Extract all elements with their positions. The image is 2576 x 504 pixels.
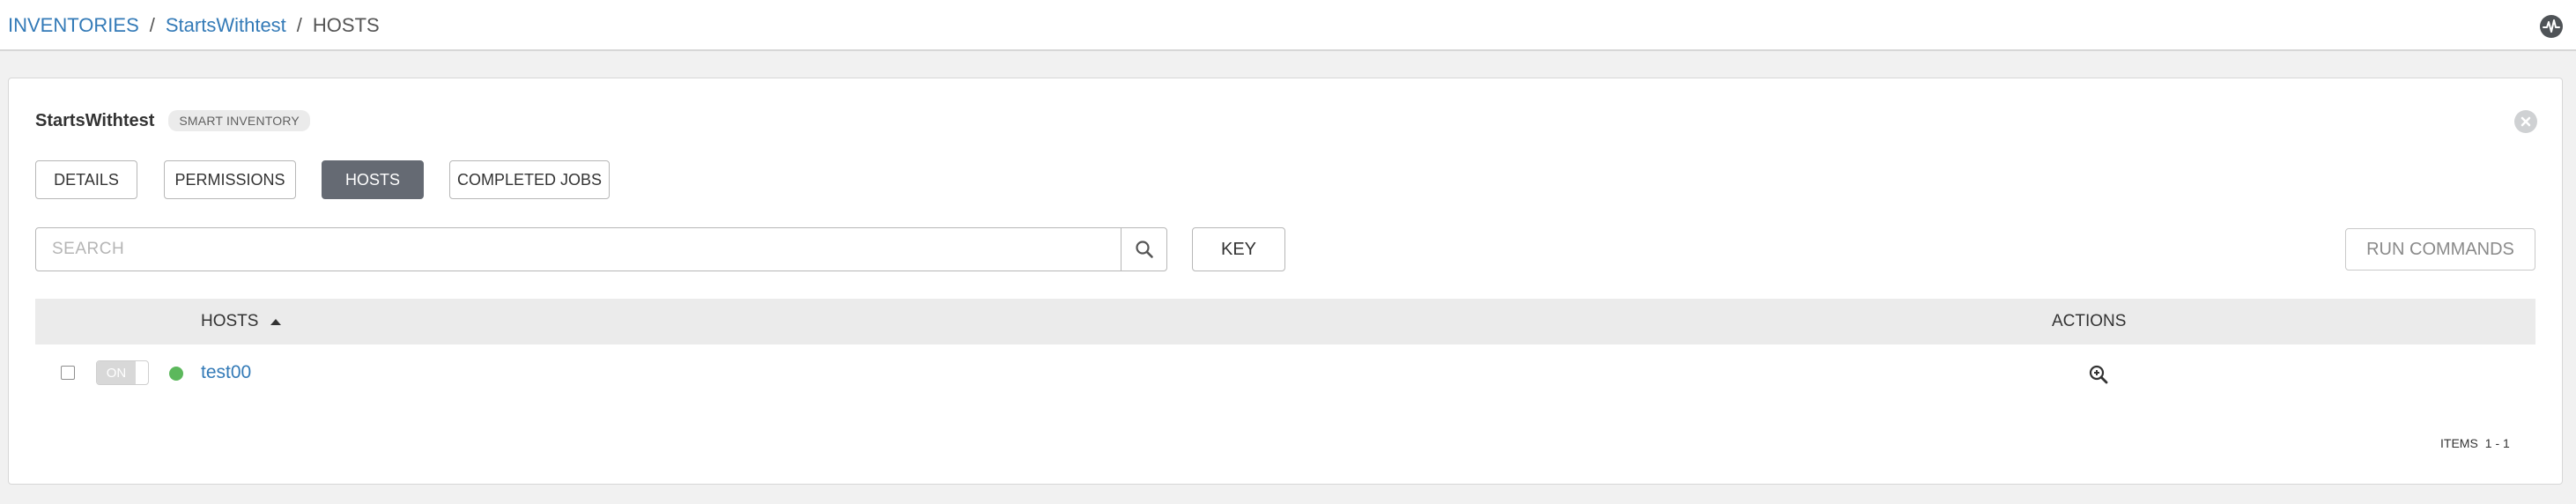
breadcrumb-current: HOSTS (312, 14, 380, 36)
breadcrumb-inventory[interactable]: StartsWithtest (166, 14, 286, 37)
pagination-count: ITEMS 1 - 1 (2440, 436, 2510, 450)
search-input[interactable] (36, 228, 1121, 271)
row-checkbox[interactable] (61, 366, 75, 380)
breadcrumb-inventories[interactable]: INVENTORIES (8, 14, 139, 37)
inventory-name: StartsWithtest (35, 110, 155, 130)
top-bar: INVENTORIES / StartsWithtest / HOSTS (0, 0, 2576, 51)
column-header-actions: ACTIONS (2052, 312, 2127, 330)
key-button[interactable]: KEY (1192, 227, 1285, 271)
tab-permissions[interactable]: PERMISSIONS (164, 160, 296, 199)
breadcrumb-separator: / (296, 14, 302, 36)
column-header-hosts-label: HOSTS (201, 312, 259, 330)
breadcrumb-separator: / (149, 14, 155, 36)
run-commands-button[interactable]: RUN COMMANDS (2345, 228, 2535, 271)
host-name-link[interactable]: test00 (201, 362, 251, 383)
table-header: HOSTS ACTIONS (35, 299, 2535, 345)
close-icon[interactable] (2514, 110, 2537, 133)
tab-hosts[interactable]: HOSTS (322, 160, 424, 199)
items-label: ITEMS (2440, 436, 2478, 450)
panel-title: StartsWithtest SMART INVENTORY (35, 110, 310, 131)
activity-stream-icon[interactable] (2540, 15, 2563, 38)
tab-completed-jobs[interactable]: COMPLETED JOBS (449, 160, 610, 199)
items-range: 1 - 1 (2484, 436, 2510, 450)
host-enabled-toggle[interactable]: ON (96, 360, 149, 385)
toggle-on-label: ON (97, 361, 136, 384)
search-icon[interactable] (1121, 228, 1166, 271)
smart-inventory-panel: StartsWithtest SMART INVENTORY DETAILS P… (8, 78, 2563, 485)
table-row: ON test00 (35, 345, 2535, 399)
breadcrumb: INVENTORIES / StartsWithtest / HOSTS (8, 13, 380, 38)
host-status-icon (169, 367, 183, 381)
view-icon[interactable] (2088, 364, 2109, 385)
sort-ascending-icon (270, 318, 282, 325)
column-header-hosts[interactable]: HOSTS (201, 312, 282, 331)
tab-details[interactable]: DETAILS (35, 160, 137, 199)
smart-inventory-badge: SMART INVENTORY (168, 110, 310, 131)
search-box (35, 227, 1167, 271)
